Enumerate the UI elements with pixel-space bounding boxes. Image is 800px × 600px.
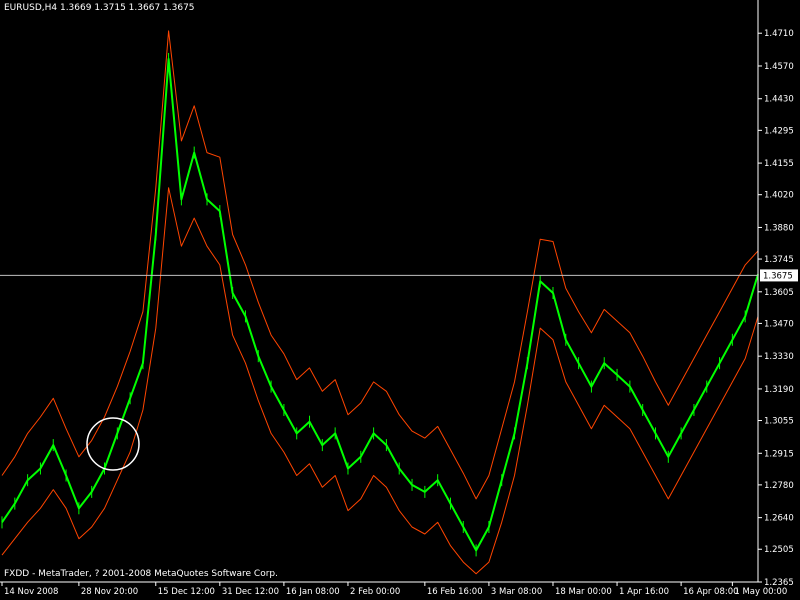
y-tick-label: 1.3470	[764, 319, 794, 329]
x-tick-label: 16 Feb 16:00	[427, 587, 483, 597]
x-tick-label: 28 Nov 20:00	[81, 587, 138, 597]
copyright-footer: FXDD - MetaTrader, ? 2001-2008 MetaQuote…	[4, 569, 278, 579]
y-tick-label: 1.2640	[764, 514, 794, 524]
y-tick-label: 1.4430	[764, 95, 794, 105]
y-tick-label: 1.4710	[764, 29, 794, 39]
y-tick-label: 1.2915	[764, 449, 794, 459]
x-tick-label: 31 Dec 12:00	[222, 587, 279, 597]
x-tick-label: 16 Apr 08:00	[683, 587, 738, 597]
y-tick-label: 1.4020	[764, 191, 794, 201]
y-tick-label: 1.4295	[764, 126, 794, 136]
y-tick-label: 1.2505	[764, 545, 794, 555]
x-tick-label: 18 Mar 00:00	[555, 587, 612, 597]
y-tick-label: 1.3880	[764, 223, 794, 233]
price-series-line	[1, 58, 759, 552]
x-tick-label: 1 Apr 16:00	[619, 587, 669, 597]
y-tick-label: 1.3605	[764, 288, 794, 298]
x-tick-label: 15 Dec 12:00	[158, 587, 215, 597]
current-price-label: 1.3675	[763, 271, 793, 281]
y-tick-label: 1.3745	[764, 255, 794, 265]
x-tick-label: 1 May 00:00	[734, 587, 787, 597]
y-tick-label: 1.4155	[764, 159, 794, 169]
lower-envelope-line	[1, 187, 759, 575]
y-tick-label: 1.3190	[764, 385, 794, 395]
y-tick-label: 1.3330	[764, 352, 794, 362]
y-tick-label: 1.4570	[764, 62, 794, 72]
x-tick-label: 3 Mar 08:00	[491, 587, 542, 597]
x-tick-label: 14 Nov 2008	[4, 587, 58, 597]
upper-envelope-line	[1, 30, 759, 500]
y-tick-label: 1.3055	[764, 417, 794, 427]
y-tick-label: 1.2780	[764, 481, 794, 491]
chart-canvas[interactable]: 1.4710 1.4570 1.4430 1.4295 1.4155 1.4020 1.38…	[0, 0, 800, 600]
x-tick-label: 2 Feb 00:00	[350, 587, 400, 597]
x-tick-label: 16 Jan 08:00	[286, 587, 340, 597]
